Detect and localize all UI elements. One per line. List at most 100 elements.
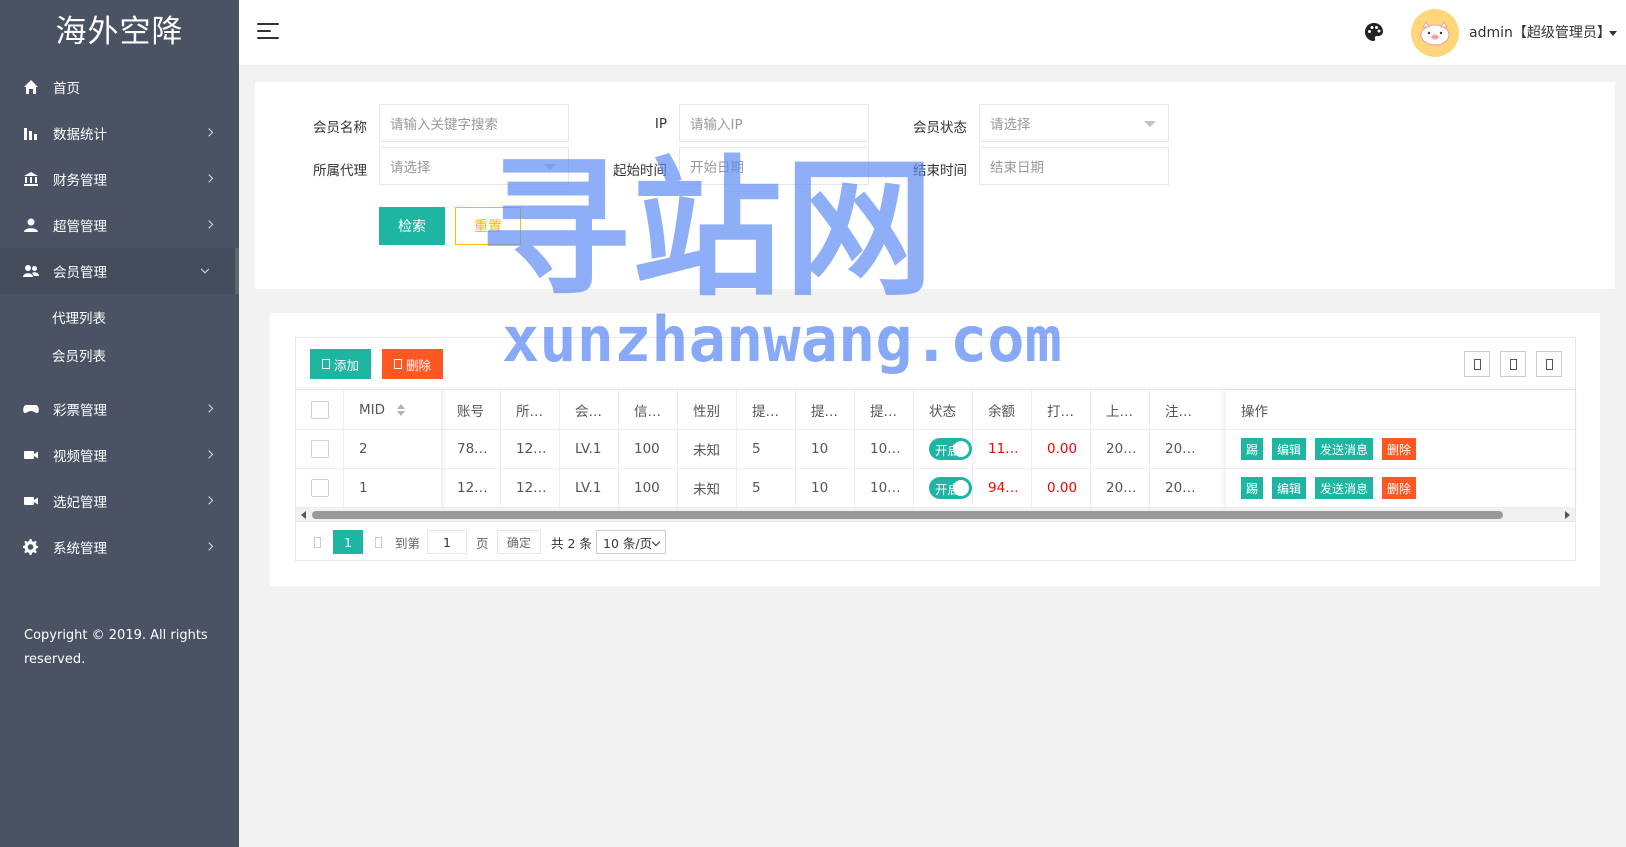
batch-delete-button[interactable]: 删除 [382, 349, 443, 379]
caret-down-icon[interactable] [1609, 31, 1617, 36]
user-name-menu[interactable]: admin【超级管理员】 [1469, 22, 1611, 42]
chevron-right-icon [204, 450, 214, 459]
add-button[interactable]: 添加 [310, 349, 371, 379]
start-time-label: 起始时间 [613, 163, 667, 179]
reset-button[interactable]: 重置 [455, 207, 521, 245]
column-header: 账号 [442, 390, 501, 429]
last-login-cell: 20… [1091, 469, 1150, 507]
last-login-cell: 20… [1091, 430, 1150, 468]
video-camera-icon [22, 446, 40, 464]
sidebar-item-finance[interactable]: 财务管理 [0, 156, 239, 202]
member-name-label: 会员名称 [313, 120, 367, 136]
scroll-right-icon[interactable] [1565, 511, 1570, 519]
credit-cell: 100 [619, 430, 678, 468]
page-size-select[interactable]: 10 条/页 [596, 530, 666, 554]
agent-label: 所属代理 [313, 163, 367, 179]
actions-header-row: 操作 [1226, 390, 1575, 430]
gender-cell: 未知 [678, 469, 737, 507]
sidebar-item-members[interactable]: 会员管理 [0, 248, 239, 294]
ip-input[interactable]: 请输入IP [679, 104, 869, 142]
chevron-right-icon [204, 404, 214, 413]
scroll-left-icon[interactable] [301, 511, 306, 519]
send-message-button[interactable]: 发送消息 [1315, 477, 1374, 499]
edit-button[interactable]: 编辑 [1272, 477, 1307, 499]
level-cell: LV.1 [560, 430, 619, 468]
withdraw-cell: 10 [796, 469, 855, 507]
withdraw-cell: 10… [855, 430, 914, 468]
delete-button[interactable]: 删除 [1382, 477, 1417, 499]
member-status-select[interactable]: 请选择 [979, 104, 1169, 142]
row-checkbox[interactable] [311, 440, 329, 458]
table-body: MID 账号 所… 会… 信… 性别 提… 提… 提… 状态 余额 打… 上… … [296, 390, 1575, 508]
dropdown-arrow-icon [544, 164, 556, 170]
delete-button[interactable]: 删除 [1382, 438, 1417, 460]
sidebar-item-video[interactable]: 视频管理 [0, 432, 239, 478]
column-header: 提… [796, 390, 855, 429]
sidebar-item-label: 视频管理 [53, 449, 107, 465]
total-count: 共 2 条 [551, 535, 592, 551]
next-page-icon[interactable] [375, 530, 385, 554]
kick-button[interactable]: 踢 [1241, 438, 1264, 460]
column-filter-icon[interactable] [1464, 351, 1490, 377]
select-all-checkbox[interactable] [311, 400, 329, 419]
menu-toggle-icon[interactable] [257, 23, 279, 41]
actions-cell: 踢 编辑 发送消息 删除 [1226, 430, 1575, 468]
goto-confirm-button[interactable]: 确定 [497, 530, 541, 554]
members-submenu: 代理列表 会员列表 [0, 294, 239, 386]
sidebar-item-home[interactable]: 首页 [0, 64, 239, 110]
sidebar-item-super-admin[interactable]: 超管管理 [0, 202, 239, 248]
sidebar-item-label: 数据统计 [53, 127, 107, 143]
prev-page-icon[interactable] [314, 530, 324, 554]
search-button[interactable]: 检索 [379, 207, 445, 245]
send-message-button[interactable]: 发送消息 [1315, 438, 1374, 460]
sidebar-item-label: 彩票管理 [53, 403, 107, 419]
member-table-card: 添加 删除 MID 账号 所… 会… 信… 性别 提… 提… 提… 状态 余额 … [270, 313, 1600, 586]
export-icon[interactable] [1500, 351, 1526, 377]
sort-icon[interactable] [397, 403, 406, 416]
row-select-cell [296, 430, 344, 468]
sidebar-item-statistics[interactable]: 数据统计 [0, 110, 239, 156]
goto-page-input[interactable]: 1 [427, 530, 467, 554]
sidebar-item-label: 财务管理 [53, 173, 107, 189]
end-date-input[interactable]: 结束日期 [979, 147, 1169, 185]
chevron-right-icon [204, 542, 214, 551]
agent-select[interactable]: 请选择 [379, 147, 569, 185]
sidebar-item-concubine[interactable]: 选妃管理 [0, 478, 239, 524]
scrollbar-thumb[interactable] [312, 511, 1503, 519]
page-1-button[interactable]: 1 [333, 530, 363, 554]
pig-avatar-icon[interactable] [1411, 9, 1459, 57]
member-name-input[interactable]: 请输入关键字搜索 [379, 104, 569, 142]
status-switch[interactable]: 开启 [929, 477, 972, 499]
bet-cell: 0.00 [1032, 430, 1091, 468]
mid-cell: 2 [344, 430, 442, 468]
sidebar-subitem-member-list[interactable]: 会员列表 [0, 338, 239, 376]
mid-cell: 1 [344, 469, 442, 507]
sidebar-subitem-agent-list[interactable]: 代理列表 [0, 300, 239, 338]
column-header: 提… [737, 390, 796, 429]
column-header-label: MID [359, 401, 386, 418]
print-icon[interactable] [1536, 351, 1562, 377]
row-checkbox[interactable] [311, 479, 329, 497]
chevron-right-icon [204, 496, 214, 505]
start-date-input[interactable]: 开始日期 [679, 147, 869, 185]
status-switch[interactable]: 开启 [929, 438, 972, 460]
balance-cell: 11… [973, 430, 1032, 468]
kick-button[interactable]: 踢 [1241, 477, 1264, 499]
account-cell: 12… [442, 469, 501, 507]
actions-column: 操作 踢 编辑 发送消息 删除 踢 编辑 发送消息 删除 [1226, 390, 1575, 508]
member-status-label: 会员状态 [913, 120, 967, 136]
column-header[interactable]: MID [344, 390, 442, 429]
palette-icon[interactable] [1364, 22, 1384, 42]
sidebar-item-system[interactable]: 系统管理 [0, 524, 239, 570]
chevron-down-icon [200, 264, 210, 274]
page-unit-label: 页 [476, 535, 489, 551]
gender-cell: 未知 [678, 430, 737, 468]
end-time-label: 结束时间 [913, 163, 967, 179]
select-all-cell [296, 390, 344, 429]
sidebar-item-lottery[interactable]: 彩票管理 [0, 386, 239, 432]
table-toolbar: 添加 删除 [296, 338, 1575, 390]
column-header: 余额 [973, 390, 1032, 429]
edit-button[interactable]: 编辑 [1272, 438, 1307, 460]
horizontal-scrollbar[interactable] [296, 508, 1575, 522]
sidebar-item-label: 系统管理 [53, 541, 107, 557]
